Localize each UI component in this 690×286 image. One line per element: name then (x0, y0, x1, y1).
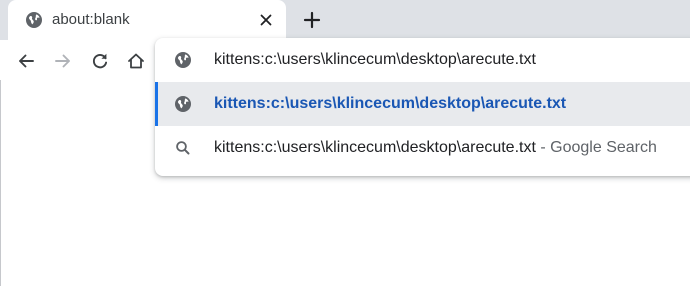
forward-arrow-icon[interactable] (53, 51, 73, 71)
suggestion-search-text: kittens:c:\users\klincecum\desktop\arecu… (214, 138, 657, 158)
globe-icon (25, 11, 43, 29)
search-icon (174, 139, 192, 157)
reload-icon[interactable] (90, 51, 110, 71)
omnibox-dropdown: kittens:c:\users\klincecum\desktop\arecu… (155, 38, 690, 176)
globe-icon (174, 51, 192, 69)
close-icon[interactable] (258, 12, 274, 28)
search-query: kittens:c:\users\klincecum\desktop\arecu… (214, 139, 536, 156)
tab-about-blank[interactable]: about:blank (8, 0, 286, 40)
address-input[interactable]: kittens:c:\users\klincecum\desktop\arecu… (155, 38, 690, 82)
address-input-value[interactable]: kittens:c:\users\klincecum\desktop\arecu… (214, 50, 536, 70)
search-separator: - (540, 139, 546, 156)
selection-indicator (155, 82, 158, 126)
tab-strip: about:blank (0, 0, 690, 40)
back-arrow-icon[interactable] (16, 51, 36, 71)
suggestion-url-text: kittens:c:\users\klincecum\desktop\arecu… (214, 95, 567, 112)
tab-title: about:blank (52, 11, 130, 28)
window-left-border (0, 80, 1, 286)
home-icon[interactable] (126, 51, 146, 71)
new-tab-plus-icon[interactable] (301, 9, 323, 31)
suggestion-url[interactable]: kittens:c:\users\klincecum\desktop\arecu… (155, 82, 690, 126)
suggestion-search[interactable]: kittens:c:\users\klincecum\desktop\arecu… (155, 126, 690, 170)
globe-icon (174, 95, 192, 113)
search-engine-hint: Google Search (550, 139, 657, 156)
